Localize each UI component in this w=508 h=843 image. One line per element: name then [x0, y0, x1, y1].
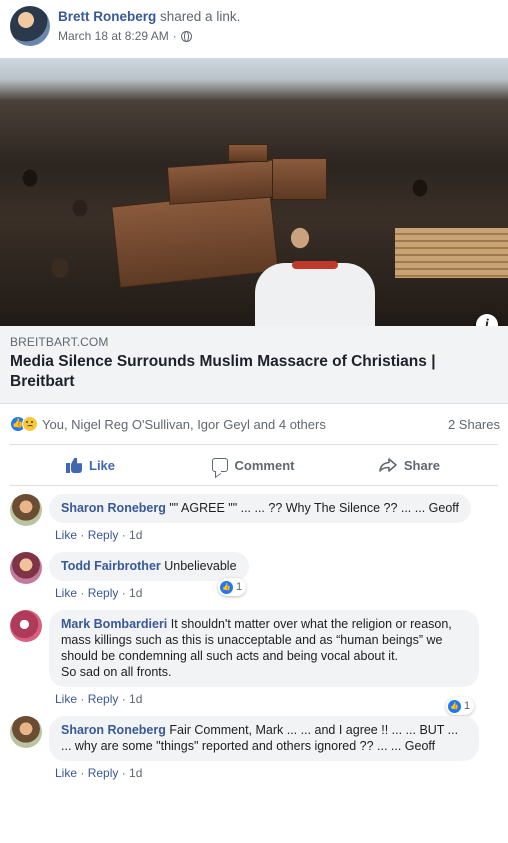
commenter-name[interactable]: Mark Bombardieri	[61, 617, 167, 631]
coffin-back-1	[166, 159, 280, 205]
link-title: Media Silence Surrounds Muslim Massacre …	[10, 353, 436, 390]
comment-age[interactable]: 1d	[129, 766, 142, 780]
comment-bubble: Sharon Roneberg Fair Comment, Mark ... .…	[49, 716, 479, 761]
reaction-count: 1	[464, 700, 471, 712]
like-button[interactable]: Like	[10, 457, 191, 473]
comment-meta: Like · Reply · 1d	[55, 692, 143, 706]
comment-like-link[interactable]: Like	[55, 692, 77, 706]
comment-reply-link[interactable]: Reply	[88, 766, 119, 780]
commenter-name[interactable]: Sharon Roneberg	[61, 501, 166, 515]
commenter-avatar[interactable]	[10, 552, 42, 584]
like-reaction-icon: 👍	[448, 699, 461, 713]
post-meta: March 18 at 8:29 AM ·	[58, 29, 192, 43]
comment-text-line2: So sad on all fronts.	[61, 665, 172, 679]
commenter-avatar[interactable]	[10, 494, 42, 526]
reaction-count: 1	[236, 581, 243, 593]
comment-text: "" AGREE "" ... ... ?? Why The Silence ?…	[169, 501, 459, 515]
comment-like-link[interactable]: Like	[55, 528, 77, 542]
comment-body: Mark Bombardieri It shouldn't matter ove…	[49, 610, 498, 706]
comment-body: Sharon Roneberg Fair Comment, Mark ... .…	[49, 716, 498, 780]
link-caption[interactable]: BREITBART.COM Media Silence Surrounds Mu…	[0, 326, 508, 404]
post-timestamp[interactable]: March 18 at 8:29 AM	[58, 29, 169, 43]
share-arrow-icon	[379, 458, 397, 472]
comment-body: Sharon Roneberg "" AGREE "" ... ... ?? W…	[49, 494, 498, 542]
comment-item: Mark Bombardieri It shouldn't matter ove…	[10, 610, 498, 715]
action-bar: Like Comment Share	[10, 444, 498, 486]
lumber-pile	[395, 228, 508, 278]
thumbs-up-icon	[66, 457, 82, 473]
post-action-text: shared a link.	[160, 9, 241, 24]
coffin-foreground	[111, 189, 279, 289]
link-domain: BREITBART.COM	[10, 335, 109, 349]
comment-reply-link[interactable]: Reply	[88, 586, 119, 600]
comment-reaction-badge[interactable]: 👍 1	[218, 578, 247, 596]
man-white-shirt	[255, 263, 375, 326]
commenter-name[interactable]: Todd Fairbrother	[61, 559, 161, 573]
reactions-summary[interactable]: You, Nigel Reg O'Sullivan, Igor Geyl and…	[42, 417, 326, 432]
link-preview-image[interactable]: i	[0, 58, 508, 326]
shares-count[interactable]: 2 Shares	[448, 417, 500, 432]
comment-reply-link[interactable]: Reply	[88, 692, 119, 706]
commenter-avatar[interactable]	[10, 716, 42, 748]
comment-button-label: Comment	[234, 457, 295, 473]
author-avatar[interactable]	[10, 6, 50, 46]
comment-bubble: Mark Bombardieri It shouldn't matter ove…	[49, 610, 479, 687]
globe-icon[interactable]	[180, 30, 192, 42]
like-button-label: Like	[89, 457, 116, 473]
post-author-line: Brett Roneberg shared a link.	[58, 9, 240, 24]
post-header: Brett Roneberg shared a link. March 18 a…	[0, 0, 508, 58]
comment-bubble-icon	[211, 458, 228, 472]
comment-reaction-badge[interactable]: 👍 1	[446, 697, 475, 715]
coffin-back-2	[272, 158, 327, 200]
comment-age[interactable]: 1d	[129, 586, 142, 600]
comment-age[interactable]: 1d	[129, 692, 142, 706]
comment-body: Todd Fairbrother Unbelievable Like · Rep…	[49, 552, 498, 600]
reactions-bar: 👍 You, Nigel Reg O'Sullivan, Igor Geyl a…	[0, 404, 508, 444]
comments-list: Sharon Roneberg "" AGREE "" ... ... ?? W…	[0, 486, 508, 780]
comment-meta: Like · Reply · 1d	[55, 586, 143, 600]
like-reaction-icon: 👍	[220, 580, 233, 594]
commenter-name[interactable]: Sharon Roneberg	[61, 723, 166, 737]
share-button-label: Share	[403, 457, 441, 473]
comment-bubble: Sharon Roneberg "" AGREE "" ... ... ?? W…	[49, 494, 471, 523]
comment-age[interactable]: 1d	[129, 528, 142, 542]
comment-reply-link[interactable]: Reply	[88, 528, 119, 542]
reaction-icons[interactable]: 👍	[10, 416, 38, 432]
comment-like-link[interactable]: Like	[55, 586, 77, 600]
comment-like-link[interactable]: Like	[55, 766, 77, 780]
share-button[interactable]: Share	[315, 458, 498, 473]
separator-dot: ·	[172, 29, 177, 43]
coffin-back-3	[228, 144, 268, 162]
shirt-collar	[292, 261, 338, 269]
comment-button[interactable]: Comment	[191, 458, 316, 473]
comment-item: Sharon Roneberg "" AGREE "" ... ... ?? W…	[10, 494, 498, 542]
comment-bubble: Todd Fairbrother Unbelievable	[49, 552, 249, 581]
comment-text: Unbelievable	[164, 559, 237, 573]
author-name[interactable]: Brett Roneberg	[58, 9, 156, 24]
comment-item: Sharon Roneberg Fair Comment, Mark ... .…	[10, 716, 498, 780]
comment-meta: Like · Reply · 1d	[55, 766, 143, 780]
commenter-avatar[interactable]	[10, 610, 42, 642]
comment-meta: Like · Reply · 1d	[55, 528, 143, 542]
sad-reaction-icon	[22, 416, 38, 432]
comment-item: Todd Fairbrother Unbelievable Like · Rep…	[10, 552, 498, 600]
